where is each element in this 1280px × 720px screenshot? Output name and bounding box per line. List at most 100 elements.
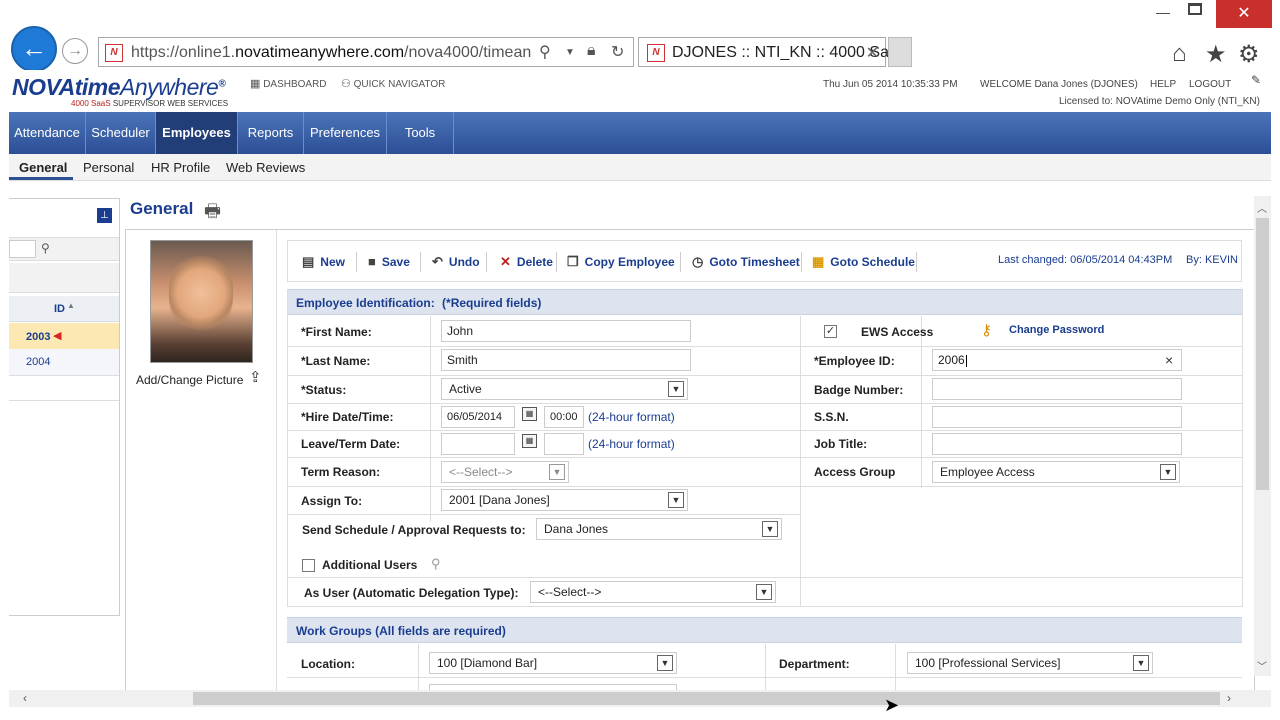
sub-menu: General Personal HR Profile Web Reviews [9, 154, 1271, 181]
license-text: Licensed to: NOVAtime Demo Only (NTI_KN) [1059, 96, 1260, 107]
assign-to-select[interactable]: 2001 [Dana Jones] ▼ [441, 489, 688, 511]
scroll-up-icon[interactable]: ︿ [1257, 200, 1267, 215]
list-search-input[interactable] [9, 240, 36, 258]
chevron-down-icon: ▼ [549, 464, 565, 480]
maximize-icon[interactable] [1188, 3, 1202, 15]
badge-number-field[interactable] [932, 378, 1182, 400]
change-password-link[interactable]: Change Password [1009, 324, 1104, 336]
status-select[interactable]: Active ▼ [441, 378, 688, 400]
location-label: Location: [301, 657, 355, 671]
clear-input-icon[interactable]: × [1165, 352, 1173, 368]
table-row[interactable]: 2004 [9, 349, 119, 375]
additional-users-checkbox[interactable] [302, 559, 315, 572]
calendar-icon: ▦ [812, 254, 825, 269]
add-change-picture-link[interactable]: Add/Change Picture [136, 373, 243, 387]
app-header: NOVAtimeAnywhere® 4000 SaaS SUPERVISOR W… [9, 70, 1271, 112]
selected-arrow-icon: ◀ [53, 330, 62, 342]
goto-timesheet-button[interactable]: ◷ Goto Timesheet [692, 254, 800, 270]
refresh-icon[interactable]: ↻ [611, 42, 624, 62]
send-schedule-select[interactable]: Dana Jones ▼ [536, 518, 782, 540]
upload-picture-icon[interactable]: ⇪ [249, 368, 262, 386]
last-name-field[interactable]: Smith [441, 349, 691, 371]
menu-preferences[interactable]: Preferences [304, 112, 387, 154]
tab-general[interactable]: General [19, 160, 67, 175]
leave-term-time-field[interactable] [544, 433, 584, 455]
tab-personal[interactable]: Personal [83, 160, 134, 175]
forward-arrow-icon[interactable]: → [62, 38, 88, 64]
access-group-select[interactable]: Employee Access ▼ [932, 461, 1180, 483]
pin-icon[interactable]: ⊥ [97, 208, 112, 223]
as-user-select[interactable]: <--Select--> ▼ [530, 581, 776, 603]
menu-attendance[interactable]: Attendance [9, 112, 86, 154]
copy-icon: ❐ [567, 254, 579, 269]
back-arrow-icon[interactable]: ← [11, 26, 57, 72]
scroll-down-icon[interactable]: ﹀ [1257, 658, 1267, 673]
toolbar-separator [486, 252, 487, 272]
leave-term-date-field[interactable] [441, 433, 515, 455]
chevron-down-icon[interactable]: ▼ [565, 47, 575, 58]
menu-tools[interactable]: Tools [387, 112, 454, 154]
window-close-button[interactable]: ✕ [1216, 0, 1272, 28]
logout-link[interactable]: LOGOUT [1189, 79, 1231, 90]
delete-button[interactable]: ✕ Delete [500, 254, 553, 270]
calendar-icon[interactable]: ▦ [522, 407, 537, 421]
job-title-field[interactable] [932, 433, 1182, 455]
search-icon[interactable]: ⚲ [41, 241, 50, 255]
divider [287, 457, 1242, 458]
menu-reports[interactable]: Reports [238, 112, 304, 154]
chevron-down-icon: ▼ [762, 521, 778, 537]
save-button[interactable]: ■ Save [368, 254, 410, 269]
location-select[interactable]: 100 [Diamond Bar] ▼ [429, 652, 677, 674]
address-bar[interactable]: N https://online1.novatimeanywhere.com/n… [98, 37, 634, 67]
tab-web-reviews[interactable]: Web Reviews [226, 160, 305, 175]
scroll-right-icon[interactable]: › [1227, 691, 1231, 705]
gear-icon[interactable]: ⚙ [1238, 40, 1260, 69]
menu-employees[interactable]: Employees [156, 112, 238, 154]
calendar-icon[interactable]: ▦ [522, 434, 537, 448]
ssn-field[interactable] [932, 406, 1182, 428]
help-link[interactable]: HELP [1150, 79, 1176, 90]
first-name-field[interactable]: John [441, 320, 691, 342]
table-row[interactable]: 2003 ◀ [9, 323, 119, 349]
horizontal-scroll-thumb[interactable] [193, 692, 1220, 705]
search-icon[interactable]: ⚲ [431, 556, 441, 572]
hire-time-field[interactable]: 00:00 [544, 406, 584, 428]
id-column-header[interactable]: ID [54, 303, 65, 315]
sort-asc-icon: ▲ [67, 301, 75, 310]
quick-navigator-link[interactable]: ⚇ QUICK NAVIGATOR [341, 77, 445, 90]
undo-button[interactable]: ↶ Undo [432, 254, 480, 270]
edit-note-icon[interactable]: ✎ [1251, 73, 1261, 87]
dashboard-link[interactable]: ▦ DASHBOARD [250, 77, 327, 90]
employee-list-panel: ⊥ ⚲ ID ▲ 2003 ◀ 2004 [9, 198, 120, 616]
employee-id-field[interactable]: 2006 [932, 349, 1182, 371]
copy-employee-button[interactable]: ❐ Copy Employee [567, 254, 675, 270]
goto-schedule-button[interactable]: ▦ Goto Schedule [812, 254, 915, 270]
tab-close-icon[interactable]: ✕ [866, 43, 879, 63]
divider [287, 606, 1242, 607]
hire-date-field[interactable]: 06/05/2014 [441, 406, 515, 428]
tab-hr-profile[interactable]: HR Profile [151, 160, 210, 175]
vertical-scroll-thumb[interactable] [1256, 218, 1269, 490]
ews-access-checkbox[interactable]: ✓ [824, 325, 837, 338]
logo-subtitle: 4000 SaaS SUPERVISOR WEB SERVICES [71, 99, 229, 108]
department-select[interactable]: 100 [Professional Services] ▼ [907, 652, 1153, 674]
new-button[interactable]: ▤ New [302, 254, 345, 270]
print-icon[interactable]: 🖶︎ [204, 199, 221, 229]
browser-tab[interactable]: N DJONES :: NTI_KN :: 4000 Sa... ✕ [638, 37, 902, 67]
menu-scheduler[interactable]: Scheduler [86, 112, 156, 154]
scroll-left-icon[interactable]: ‹ [23, 691, 27, 705]
term-reason-select[interactable]: <--Select--> ▼ [441, 461, 569, 483]
current-datetime: Thu Jun 05 2014 10:35:33 PM [823, 79, 958, 90]
search-icon[interactable]: ⚲ [539, 42, 551, 62]
home-icon[interactable]: ⌂ [1172, 40, 1187, 68]
divider [765, 644, 766, 690]
minimize-icon[interactable]: — [1156, 4, 1170, 20]
favorites-star-icon[interactable]: ★ [1205, 40, 1227, 69]
list-search-bar: ⚲ [9, 237, 119, 261]
browser-chrome: — ✕ ← → N https://online1.novatimeanywhe… [0, 0, 1280, 72]
divider [1242, 289, 1243, 607]
new-tab-button[interactable] [888, 37, 912, 67]
url-text: https://online1.novatimeanywhere.com/nov… [131, 44, 531, 61]
ssn-label: S.S.N. [814, 410, 849, 424]
lock-icon[interactable]: 🔒︎ [587, 42, 596, 60]
